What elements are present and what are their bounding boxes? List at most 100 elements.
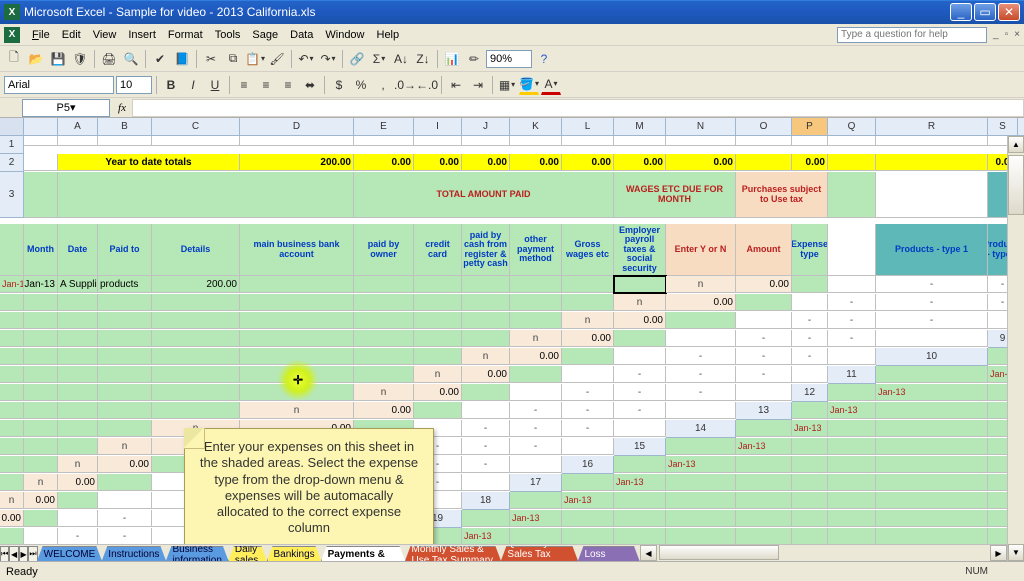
doc-close-button[interactable]: × (1014, 29, 1020, 40)
col-header-K[interactable]: K (510, 118, 562, 136)
menu-view[interactable]: View (87, 29, 123, 41)
menu-format[interactable]: Format (162, 29, 209, 41)
help-search-input[interactable] (837, 27, 987, 43)
sort-desc-button[interactable]: Z↓ (413, 49, 433, 69)
col-header-E[interactable]: E (354, 118, 414, 136)
name-box[interactable]: P5 ▾ (22, 99, 110, 117)
tab-bank-payments[interactable]: Bank Payments & Expenses (321, 546, 406, 562)
open-button[interactable]: 📂 (26, 49, 46, 69)
italic-button[interactable]: I (183, 75, 203, 95)
sort-asc-button[interactable]: A↓ (391, 49, 411, 69)
research-button[interactable]: 📘 (172, 49, 192, 69)
save-button[interactable]: 💾 (48, 49, 68, 69)
print-button[interactable]: 🖨 (99, 49, 119, 69)
col-header-A[interactable]: A (58, 118, 98, 136)
col-header-O[interactable]: O (736, 118, 792, 136)
col-header-C[interactable]: C (152, 118, 240, 136)
col-header-P[interactable]: P (792, 118, 828, 136)
tab-welcome[interactable]: WELCOME (37, 546, 103, 562)
bold-button[interactable]: B (161, 75, 181, 95)
tab-monthly-sales-tax[interactable]: Monthly Sales & Use Tax Summary (405, 546, 502, 562)
paste-button[interactable]: 📋 (245, 49, 265, 69)
font-size-select[interactable]: 10 (116, 76, 152, 94)
tab-first-button[interactable]: ⏮ (0, 546, 9, 562)
autosum-button[interactable]: Σ (369, 49, 389, 69)
currency-button[interactable]: $ (329, 75, 349, 95)
increase-indent-button[interactable]: ⇥ (468, 75, 488, 95)
tab-business-info[interactable]: Business information (165, 546, 228, 562)
col-header-I[interactable]: I (414, 118, 462, 136)
tab-instructions[interactable]: Instructions (101, 546, 166, 562)
comma-button[interactable]: , (373, 75, 393, 95)
percent-button[interactable]: % (351, 75, 371, 95)
worksheet[interactable]: ABCDEIJKLMNOPQRSTUVWX12Year to date tota… (0, 118, 1024, 581)
tab-bankings[interactable]: Bankings (267, 546, 322, 562)
align-right-button[interactable]: ≡ (278, 75, 298, 95)
vertical-scrollbar[interactable]: ▲ ▼ (1007, 136, 1024, 561)
tab-prev-button[interactable]: ◀ (9, 546, 18, 562)
menu-tools[interactable]: Tools (209, 29, 247, 41)
hscroll-thumb[interactable] (659, 545, 779, 560)
tab-daily-sales[interactable]: Daily sales (228, 546, 268, 562)
permission-button[interactable]: 🛡 (70, 49, 90, 69)
decrease-indent-button[interactable]: ⇤ (446, 75, 466, 95)
undo-button[interactable]: ↶ (296, 49, 316, 69)
tab-profit-loss[interactable]: Profit & Loss accoun (577, 546, 640, 562)
chart-wizard-button[interactable]: 📊 (442, 49, 462, 69)
scroll-up-button[interactable]: ▲ (1008, 136, 1024, 153)
decrease-decimal-button[interactable]: ←.0 (417, 75, 437, 95)
font-select[interactable]: Arial (4, 76, 114, 94)
hyperlink-button[interactable]: 🔗 (347, 49, 367, 69)
tab-last-button[interactable]: ⏭ (28, 546, 37, 562)
formula-input[interactable] (132, 99, 1024, 117)
new-button[interactable]: 🗋 (4, 49, 24, 69)
maximize-button[interactable]: ▭ (974, 3, 996, 21)
align-left-button[interactable]: ≡ (234, 75, 254, 95)
col-header-R[interactable]: R (876, 118, 988, 136)
increase-decimal-button[interactable]: .0→ (395, 75, 415, 95)
menu-insert[interactable]: Insert (122, 29, 162, 41)
col-header-N[interactable]: N (666, 118, 736, 136)
fx-icon[interactable]: fx (112, 102, 132, 114)
scroll-down-button[interactable]: ▼ (1008, 544, 1024, 561)
col-header-J[interactable]: J (462, 118, 510, 136)
tab-next-button[interactable]: ▶ (19, 546, 28, 562)
col-header-Q[interactable]: Q (828, 118, 876, 136)
spelling-button[interactable]: ✔ (150, 49, 170, 69)
scroll-left-button[interactable]: ◀ (640, 545, 657, 561)
copy-button[interactable]: ⧉ (223, 49, 243, 69)
merge-center-button[interactable]: ⬌ (300, 75, 320, 95)
close-button[interactable]: ✕ (998, 3, 1020, 21)
col-header-T[interactable]: T (1018, 118, 1024, 136)
fill-color-button[interactable]: 🪣 (519, 75, 539, 95)
menu-edit[interactable]: Edit (56, 29, 87, 41)
zoom-select[interactable]: 90% (486, 50, 532, 68)
col-header-D[interactable]: D (240, 118, 354, 136)
menu-window[interactable]: Window (319, 29, 370, 41)
redo-button[interactable]: ↷ (318, 49, 338, 69)
menu-file[interactable]: File (26, 29, 56, 41)
tab-quarterly-sales-tax[interactable]: Quarterly Sales Tax returns (500, 546, 578, 562)
menu-help[interactable]: Help (371, 29, 406, 41)
print-preview-button[interactable]: 🔍 (121, 49, 141, 69)
menu-data[interactable]: Data (284, 29, 319, 41)
help-button[interactable]: ? (534, 49, 554, 69)
cut-button[interactable]: ✂ (201, 49, 221, 69)
font-color-button[interactable]: A (541, 75, 561, 95)
vscroll-thumb[interactable] (1008, 155, 1024, 215)
scroll-right-button[interactable]: ▶ (990, 545, 1007, 561)
underline-button[interactable]: U (205, 75, 225, 95)
drawing-button[interactable]: ✏ (464, 49, 484, 69)
col-header-S[interactable]: S (988, 118, 1018, 136)
borders-button[interactable]: ▦ (497, 75, 517, 95)
format-painter-button[interactable]: 🖌 (267, 49, 287, 69)
menu-sage[interactable]: Sage (246, 29, 284, 41)
minimize-button[interactable]: _ (950, 3, 972, 21)
col-header-L[interactable]: L (562, 118, 614, 136)
col-header-B[interactable]: B (98, 118, 152, 136)
excel-icon: X (4, 4, 20, 20)
doc-restore-button[interactable]: ▫ (1005, 29, 1009, 40)
col-header-M[interactable]: M (614, 118, 666, 136)
align-center-button[interactable]: ≡ (256, 75, 276, 95)
doc-minimize-button[interactable]: _ (993, 29, 999, 40)
